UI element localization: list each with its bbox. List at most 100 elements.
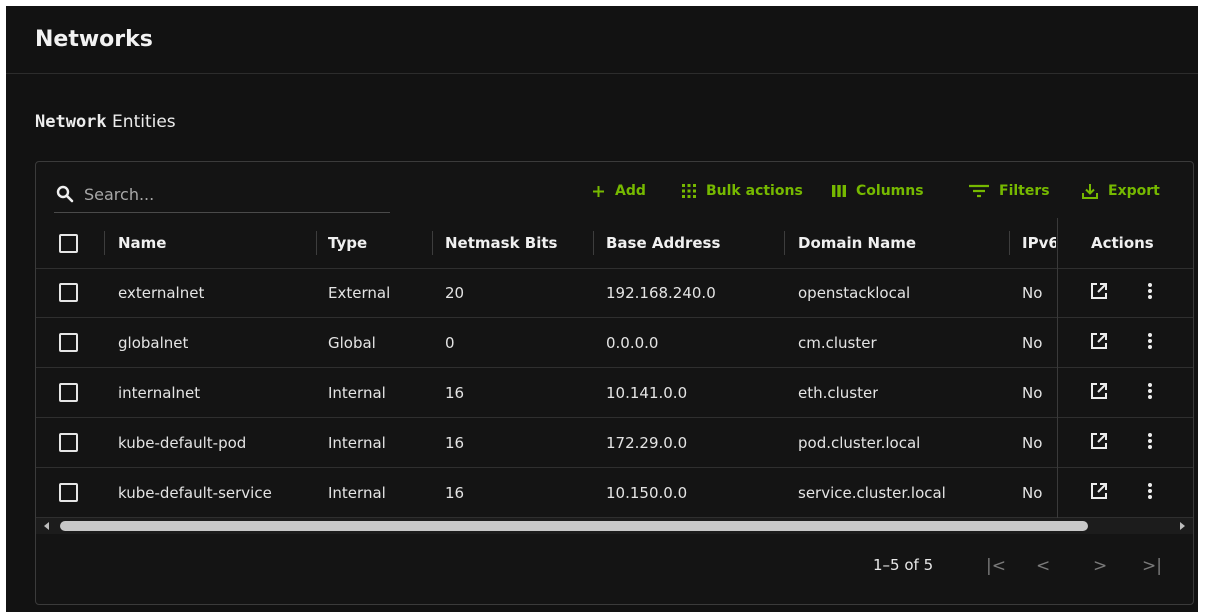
scrollbar-thumb[interactable] bbox=[60, 521, 1088, 531]
page-title: Networks bbox=[35, 27, 153, 52]
download-icon bbox=[1082, 184, 1098, 199]
cell-type: Global bbox=[328, 333, 376, 352]
columns-button[interactable]: Columns bbox=[832, 180, 924, 202]
table-toolbar: Add Bulk actions Columns bbox=[36, 162, 1193, 218]
table-footer: 1–5 of 5 |< < > >| bbox=[36, 534, 1193, 604]
table-row[interactable]: internalnet Internal 16 10.141.0.0 eth.c… bbox=[36, 368, 1193, 418]
select-all-checkbox[interactable] bbox=[59, 233, 78, 253]
cell-ipv6: No bbox=[1022, 433, 1043, 452]
column-divider[interactable] bbox=[784, 231, 785, 255]
column-header-netmask-bits[interactable]: Netmask Bits bbox=[445, 218, 557, 268]
kebab-menu-icon[interactable] bbox=[1147, 282, 1153, 300]
cell-ipv6: No bbox=[1022, 333, 1043, 352]
next-page-icon[interactable]: > bbox=[1093, 556, 1107, 576]
row-checkbox[interactable] bbox=[59, 483, 78, 502]
cell-netmask: 20 bbox=[445, 283, 465, 302]
plus-icon bbox=[593, 185, 604, 197]
scroll-right-arrow-icon[interactable] bbox=[1180, 522, 1185, 530]
cell-name: globalnet bbox=[118, 333, 189, 352]
row-actions bbox=[1058, 318, 1193, 368]
section-title-rest: Entities bbox=[106, 112, 176, 132]
filter-icon bbox=[969, 184, 989, 198]
previous-page-icon[interactable]: < bbox=[1036, 556, 1050, 576]
column-header-ipv6[interactable]: IPv6 bbox=[1022, 218, 1056, 268]
row-checkbox[interactable] bbox=[59, 333, 78, 352]
last-page-icon[interactable]: >| bbox=[1142, 556, 1162, 576]
search-box[interactable] bbox=[54, 176, 390, 213]
export-label: Export bbox=[1108, 183, 1160, 199]
cell-ipv6: No bbox=[1022, 383, 1043, 402]
cell-base-address: 192.168.240.0 bbox=[606, 283, 716, 302]
column-divider[interactable] bbox=[593, 231, 594, 255]
horizontal-scrollbar[interactable] bbox=[36, 518, 1193, 534]
filters-button[interactable]: Filters bbox=[969, 180, 1050, 202]
cell-name: kube-default-service bbox=[118, 483, 272, 502]
columns-icon bbox=[832, 185, 846, 197]
column-divider[interactable] bbox=[104, 231, 105, 255]
cell-base-address: 0.0.0.0 bbox=[606, 333, 659, 352]
cell-domain-name: openstacklocal bbox=[798, 283, 911, 302]
column-divider[interactable] bbox=[1009, 231, 1010, 255]
cell-netmask: 16 bbox=[445, 383, 465, 402]
table-row[interactable]: kube-default-service Internal 16 10.150.… bbox=[36, 468, 1193, 518]
row-checkbox[interactable] bbox=[59, 283, 78, 302]
section-title-strong: Network bbox=[35, 112, 107, 132]
cell-domain-name: service.cluster.local bbox=[798, 483, 946, 502]
row-checkbox[interactable] bbox=[59, 383, 78, 402]
filters-label: Filters bbox=[999, 183, 1050, 199]
kebab-menu-icon[interactable] bbox=[1147, 382, 1153, 400]
row-actions bbox=[1058, 368, 1193, 418]
columns-label: Columns bbox=[856, 183, 924, 199]
table-row[interactable]: externalnet External 20 192.168.240.0 op… bbox=[36, 268, 1193, 318]
open-external-icon[interactable] bbox=[1090, 482, 1108, 500]
column-divider[interactable] bbox=[432, 231, 433, 255]
column-header-type[interactable]: Type bbox=[328, 218, 367, 268]
row-checkbox-cell bbox=[59, 418, 78, 467]
cell-netmask: 16 bbox=[445, 483, 465, 502]
cell-type: Internal bbox=[328, 483, 386, 502]
cell-name: kube-default-pod bbox=[118, 433, 247, 452]
cell-type: Internal bbox=[328, 383, 386, 402]
select-all-checkbox-cell bbox=[59, 218, 78, 268]
search-input[interactable] bbox=[82, 183, 366, 205]
column-header-actions: Actions bbox=[1091, 234, 1154, 252]
cell-type: Internal bbox=[328, 433, 386, 452]
search-icon bbox=[56, 185, 74, 203]
table-row[interactable]: kube-default-pod Internal 16 172.29.0.0 … bbox=[36, 418, 1193, 468]
first-page-icon[interactable]: |< bbox=[986, 556, 1006, 576]
export-button[interactable]: Export bbox=[1082, 180, 1160, 202]
column-header-base-address[interactable]: Base Address bbox=[606, 218, 720, 268]
open-external-icon[interactable] bbox=[1090, 332, 1108, 350]
kebab-menu-icon[interactable] bbox=[1147, 432, 1153, 450]
bulk-actions-button[interactable]: Bulk actions bbox=[682, 180, 803, 202]
kebab-menu-icon[interactable] bbox=[1147, 482, 1153, 500]
table-row[interactable]: globalnet Global 0 0.0.0.0 cm.cluster No bbox=[36, 318, 1193, 368]
cell-base-address: 10.141.0.0 bbox=[606, 383, 688, 402]
add-button[interactable]: Add bbox=[592, 180, 646, 202]
row-actions bbox=[1058, 268, 1193, 318]
cell-netmask: 16 bbox=[445, 433, 465, 452]
row-checkbox[interactable] bbox=[59, 433, 78, 452]
networks-table: Name Type Netmask Bits Base Address Doma… bbox=[36, 218, 1193, 518]
cell-domain-name: cm.cluster bbox=[798, 333, 877, 352]
column-header-domain-name[interactable]: Domain Name bbox=[798, 218, 916, 268]
grid-dots-icon bbox=[682, 184, 696, 198]
open-external-icon[interactable] bbox=[1090, 432, 1108, 450]
row-checkbox-cell bbox=[59, 268, 78, 317]
cell-type: External bbox=[328, 283, 391, 302]
cell-base-address: 10.150.0.0 bbox=[606, 483, 688, 502]
kebab-menu-icon[interactable] bbox=[1147, 332, 1153, 350]
column-header-name[interactable]: Name bbox=[118, 218, 166, 268]
scroll-left-arrow-icon[interactable] bbox=[44, 522, 49, 530]
open-external-icon[interactable] bbox=[1090, 382, 1108, 400]
cell-name: internalnet bbox=[118, 383, 201, 402]
column-divider[interactable] bbox=[316, 231, 317, 255]
actions-column: Actions bbox=[1057, 218, 1193, 518]
row-actions bbox=[1058, 468, 1193, 518]
row-actions bbox=[1058, 418, 1193, 468]
row-checkbox-cell bbox=[59, 468, 78, 517]
cell-base-address: 172.29.0.0 bbox=[606, 433, 688, 452]
open-external-icon[interactable] bbox=[1090, 282, 1108, 300]
actions-header: Actions bbox=[1058, 218, 1193, 269]
cell-netmask: 0 bbox=[445, 333, 455, 352]
